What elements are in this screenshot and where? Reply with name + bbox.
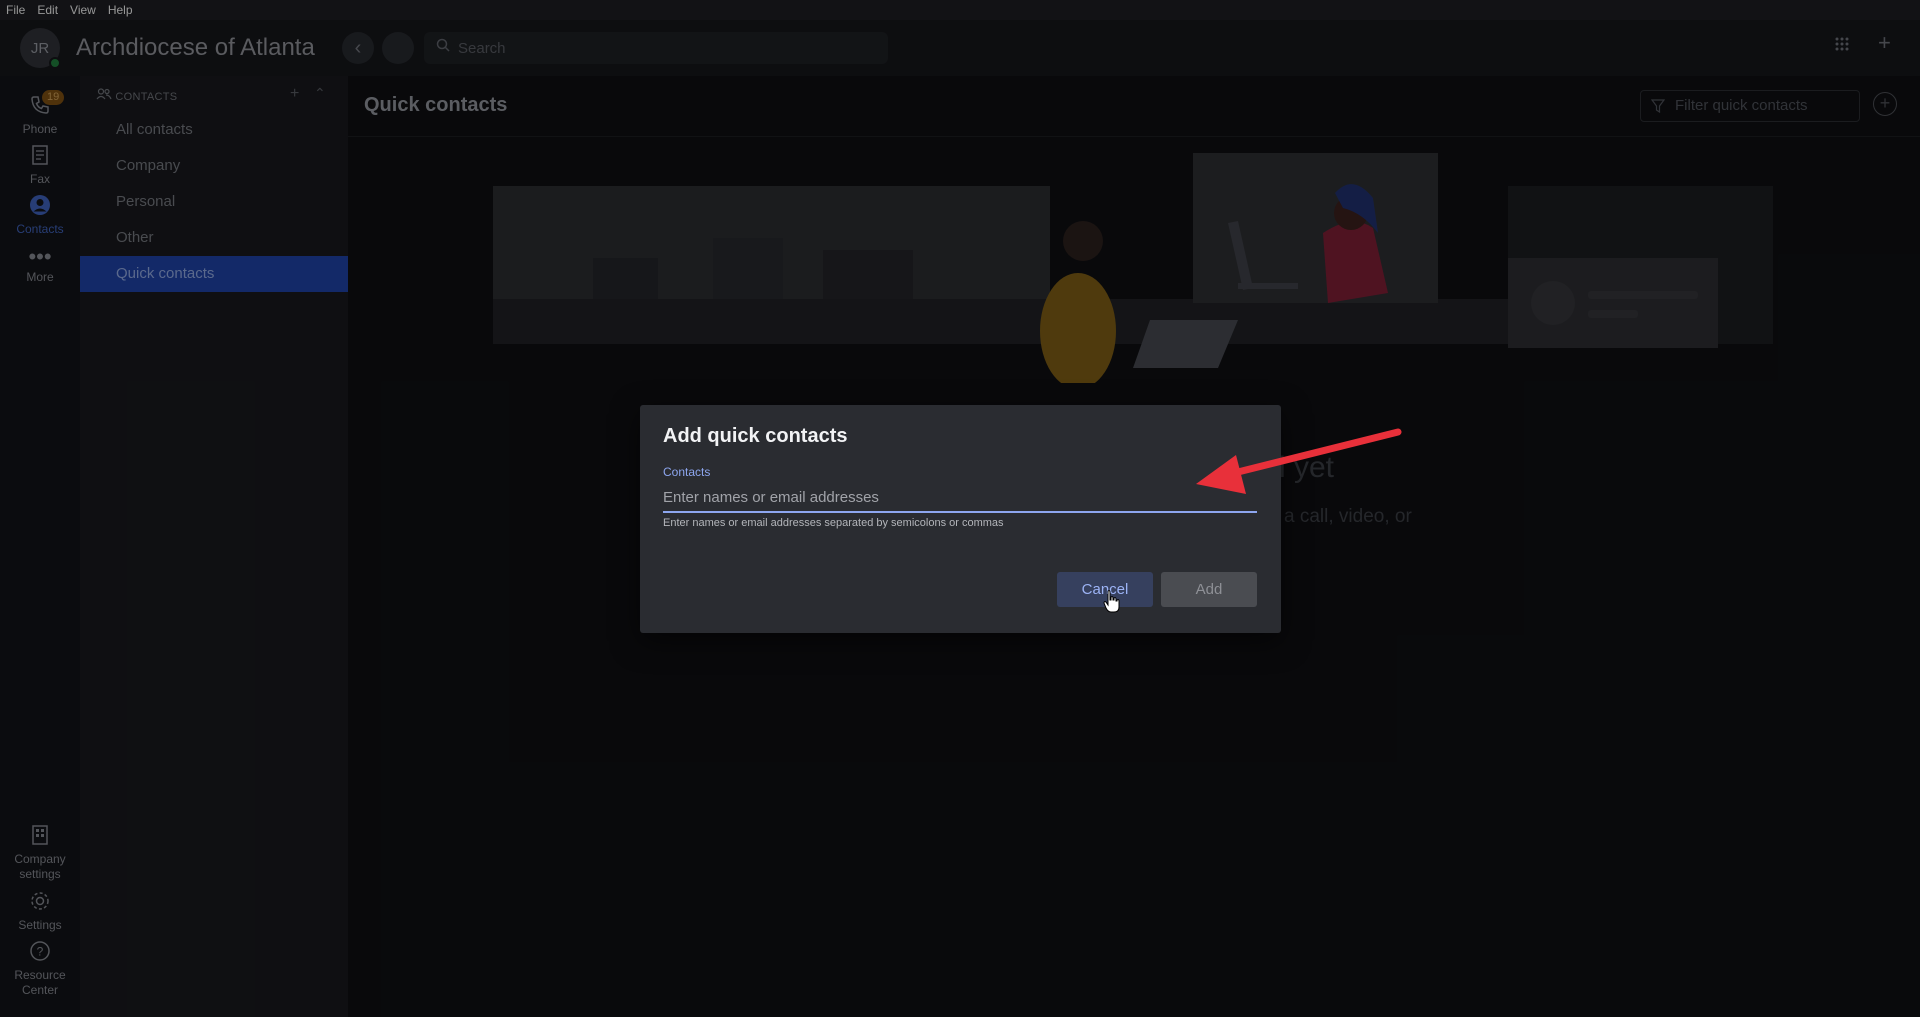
dialog-title: Add quick contacts	[663, 425, 848, 447]
add-button[interactable]: Add	[1161, 572, 1257, 607]
hand-cursor-icon	[1103, 590, 1120, 613]
add-quick-contacts-dialog: Add quick contacts Contacts Enter names …	[640, 405, 1281, 633]
contacts-field-label: Contacts	[663, 465, 711, 479]
contacts-helper-text: Enter names or email addresses separated…	[663, 517, 1004, 529]
contacts-input[interactable]	[663, 483, 1257, 513]
